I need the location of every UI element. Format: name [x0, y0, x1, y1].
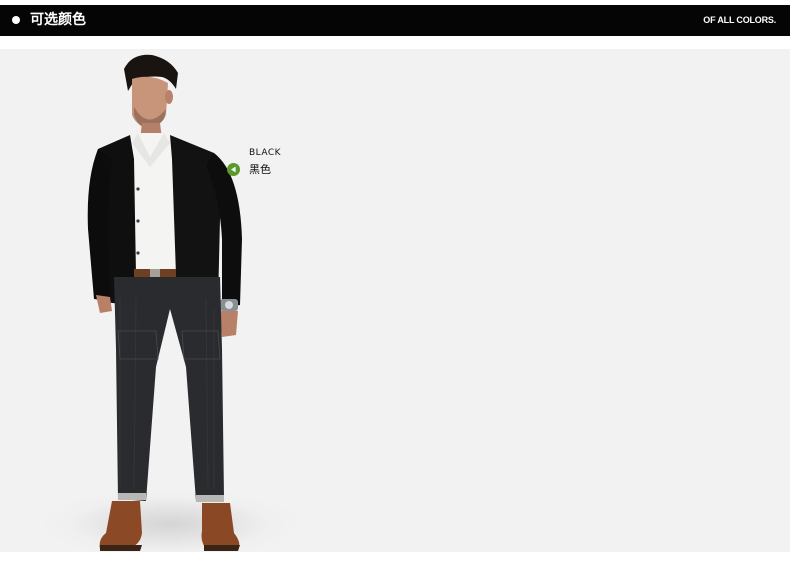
page: 可选颜色 OF ALL COLORS. BLACK 黑色 [0, 0, 790, 562]
product-color-stage: BLACK 黑色 [0, 49, 790, 552]
play-left-circle-icon [227, 163, 240, 176]
section-header: 可选颜色 OF ALL COLORS. [0, 5, 790, 36]
model-photo [87, 54, 242, 551]
color-name-chinese: 黑色 [249, 163, 271, 176]
section-title: 可选颜色 [30, 12, 86, 28]
section-subtitle: OF ALL COLORS. [703, 15, 776, 25]
bullet-dot-icon [12, 16, 20, 24]
color-name-english: BLACK [249, 148, 282, 158]
